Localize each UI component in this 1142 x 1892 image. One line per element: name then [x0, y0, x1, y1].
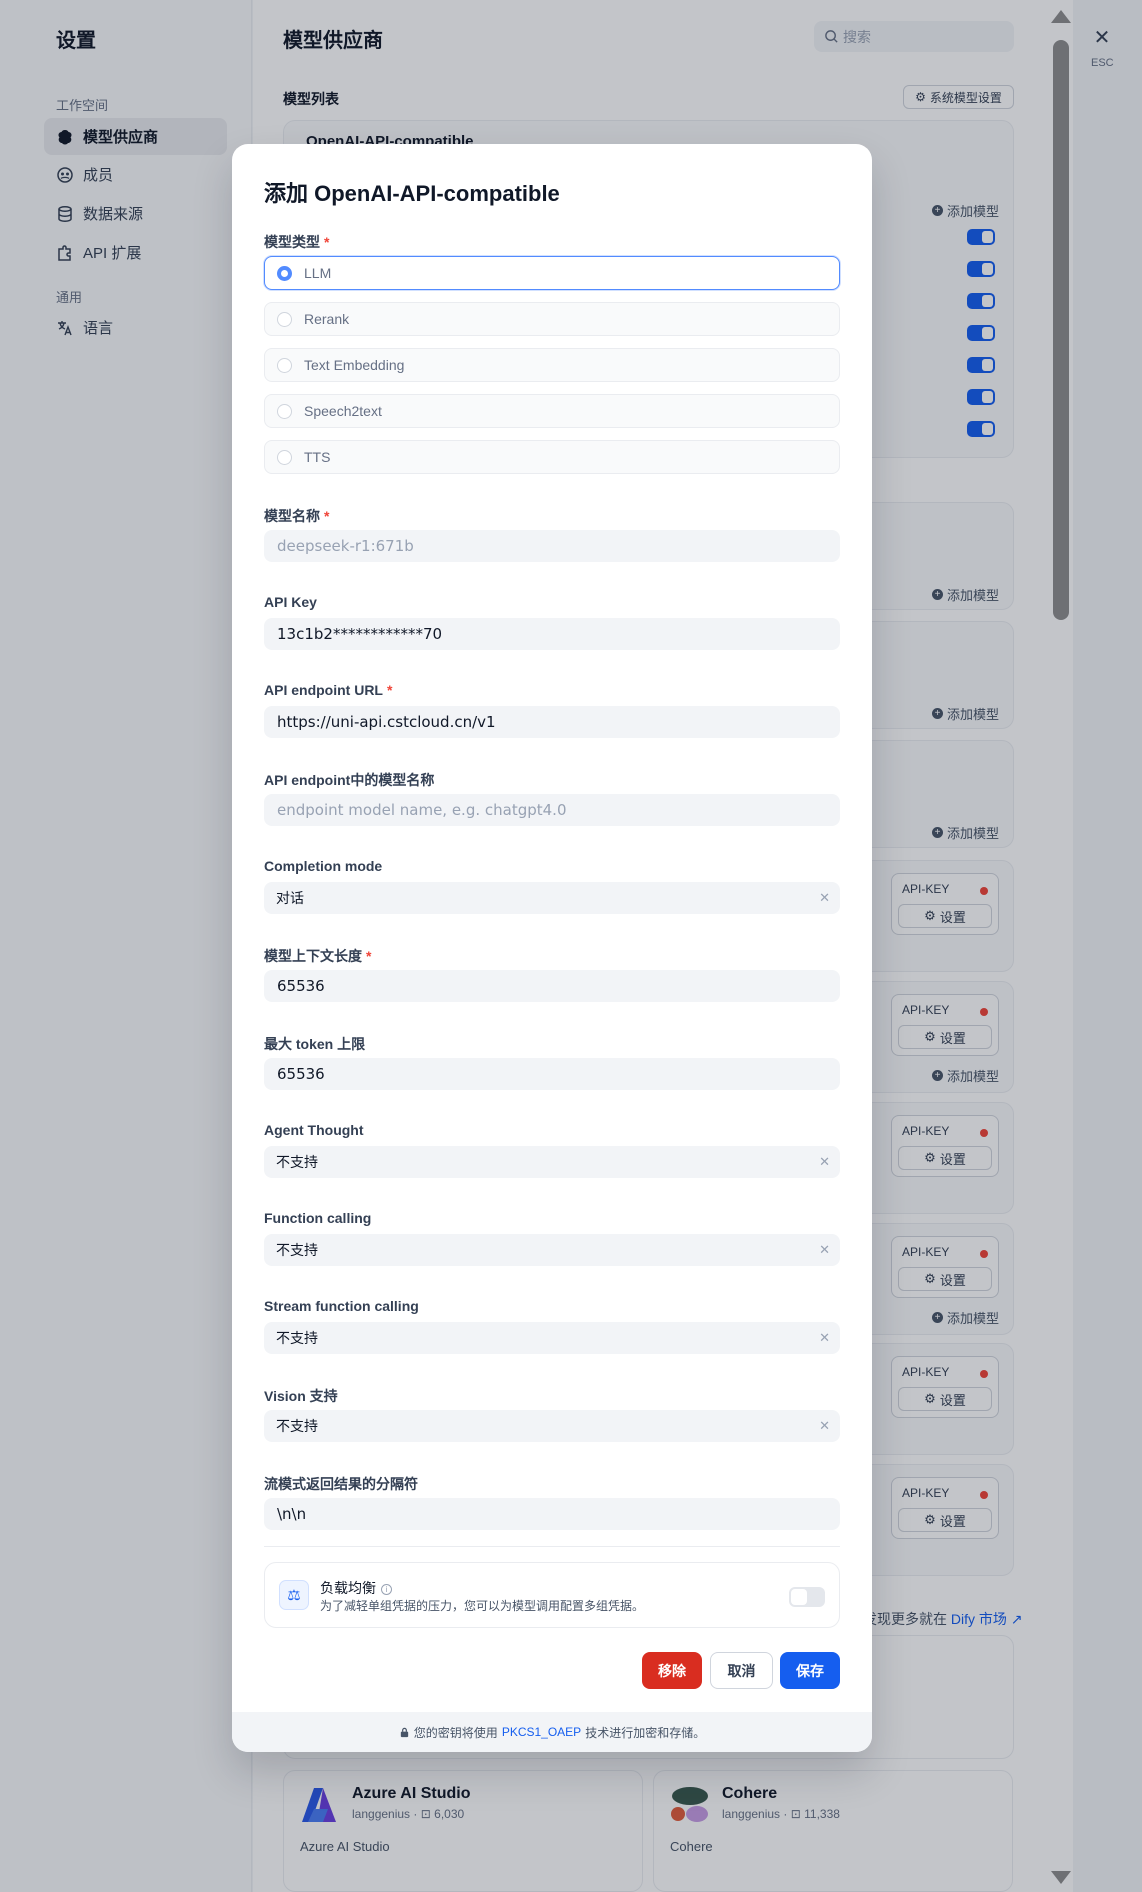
save-button[interactable]: 保存	[780, 1652, 840, 1689]
required-mark: *	[366, 948, 372, 964]
stream-delimiter-input[interactable]: \n\n	[264, 1498, 840, 1530]
api-key-label: API Key	[264, 594, 317, 610]
endpoint-url-label: API endpoint URL *	[264, 682, 392, 698]
load-balancing-title-text: 负载均衡	[320, 1580, 376, 1596]
select-value: 不支持	[276, 1154, 318, 1170]
load-balancing-panel: ⚖ 负载均衡 i 为了减轻单组凭据的压力，您可以为模型调用配置多组凭据。	[264, 1562, 840, 1628]
required-mark: *	[324, 234, 330, 250]
load-balancing-toggle[interactable]	[789, 1587, 825, 1607]
add-model-dialog: 添加 OpenAI-API-compatible 模型类型 * LLM Reran…	[232, 144, 872, 1752]
encryption-note: 您的密钥将使用 PKCS1_OAEP 技术进行加密和存储。	[232, 1712, 872, 1752]
model-type-option-llm[interactable]: LLM	[264, 256, 840, 290]
completion-mode-select[interactable]: 对话 ✕	[264, 882, 840, 914]
field-label-text: 模型名称	[264, 508, 320, 524]
model-name-label: 模型名称 *	[264, 506, 329, 526]
vision-support-select[interactable]: 不支持 ✕	[264, 1410, 840, 1442]
function-calling-label: Function calling	[264, 1210, 372, 1226]
required-mark: *	[387, 682, 393, 698]
remove-button[interactable]: 移除	[642, 1652, 702, 1689]
radio-icon	[277, 311, 292, 327]
radio-checked-icon	[277, 265, 292, 281]
encryption-note-suffix: 技术进行加密和存储。	[585, 1725, 706, 1740]
field-label-text: 模型类型	[264, 234, 320, 250]
model-name-input[interactable]: deepseek-r1:671b	[264, 530, 840, 562]
agent-thought-label: Agent Thought	[264, 1122, 364, 1138]
divider	[264, 1546, 840, 1547]
balance-scale-icon: ⚖	[279, 1580, 309, 1610]
clear-icon[interactable]: ✕	[819, 1330, 830, 1346]
radio-icon	[277, 449, 292, 465]
endpoint-model-name-label: API endpoint中的模型名称	[264, 772, 435, 788]
option-label: TTS	[304, 449, 331, 465]
endpoint-url-input[interactable]: https://uni-api.cstcloud.cn/v1	[264, 706, 840, 738]
model-type-option-rerank[interactable]: Rerank	[264, 302, 840, 336]
stream-function-calling-label: Stream function calling	[264, 1298, 419, 1314]
option-label: Text Embedding	[304, 357, 405, 373]
dialog-title: 添加 OpenAI-API-compatible	[264, 181, 560, 206]
model-type-option-text-embedding[interactable]: Text Embedding	[264, 348, 840, 382]
model-type-option-speech2text[interactable]: Speech2text	[264, 394, 840, 428]
cancel-button[interactable]: 取消	[710, 1652, 773, 1689]
required-mark: *	[324, 508, 330, 524]
select-value: 不支持	[276, 1418, 318, 1434]
clear-icon[interactable]: ✕	[819, 1242, 830, 1258]
max-token-label: 最大 token 上限	[264, 1036, 366, 1052]
radio-icon	[277, 403, 292, 419]
option-label: LLM	[304, 265, 332, 281]
clear-icon[interactable]: ✕	[819, 1418, 830, 1434]
model-type-label: 模型类型 *	[264, 232, 329, 252]
max-token-input[interactable]: 65536	[264, 1058, 840, 1090]
api-key-input[interactable]: 13c1b2************70	[264, 618, 840, 650]
pkcs-link[interactable]: PKCS1_OAEP	[502, 1725, 581, 1739]
load-balancing-desc: 为了减轻单组凭据的压力，您可以为模型调用配置多组凭据。	[320, 1599, 645, 1613]
agent-thought-select[interactable]: 不支持 ✕	[264, 1146, 840, 1178]
clear-icon[interactable]: ✕	[819, 890, 830, 906]
vision-support-label: Vision 支持	[264, 1388, 338, 1404]
encryption-note-prefix: 您的密钥将使用	[413, 1725, 498, 1740]
select-value: 不支持	[276, 1330, 318, 1346]
completion-mode-label: Completion mode	[264, 858, 383, 874]
endpoint-model-name-input[interactable]: endpoint model name, e.g. chatgpt4.0	[264, 794, 840, 826]
stream-delimiter-label: 流模式返回结果的分隔符	[264, 1476, 418, 1492]
info-icon[interactable]: i	[381, 1583, 392, 1595]
radio-icon	[277, 357, 292, 373]
model-type-option-tts[interactable]: TTS	[264, 440, 840, 474]
field-label-text: API endpoint URL	[264, 682, 383, 698]
select-value: 不支持	[276, 1242, 318, 1258]
function-calling-select[interactable]: 不支持 ✕	[264, 1234, 840, 1266]
stream-function-calling-select[interactable]: 不支持 ✕	[264, 1322, 840, 1354]
context-length-label: 模型上下文长度 *	[264, 946, 371, 966]
select-value: 对话	[276, 890, 304, 906]
option-label: Speech2text	[304, 403, 382, 419]
lock-icon	[400, 1727, 408, 1737]
context-length-input[interactable]: 65536	[264, 970, 840, 1002]
load-balancing-title: 负载均衡 i	[320, 1578, 392, 1598]
clear-icon[interactable]: ✕	[819, 1154, 830, 1170]
option-label: Rerank	[304, 311, 350, 327]
field-label-text: 模型上下文长度	[264, 948, 362, 964]
